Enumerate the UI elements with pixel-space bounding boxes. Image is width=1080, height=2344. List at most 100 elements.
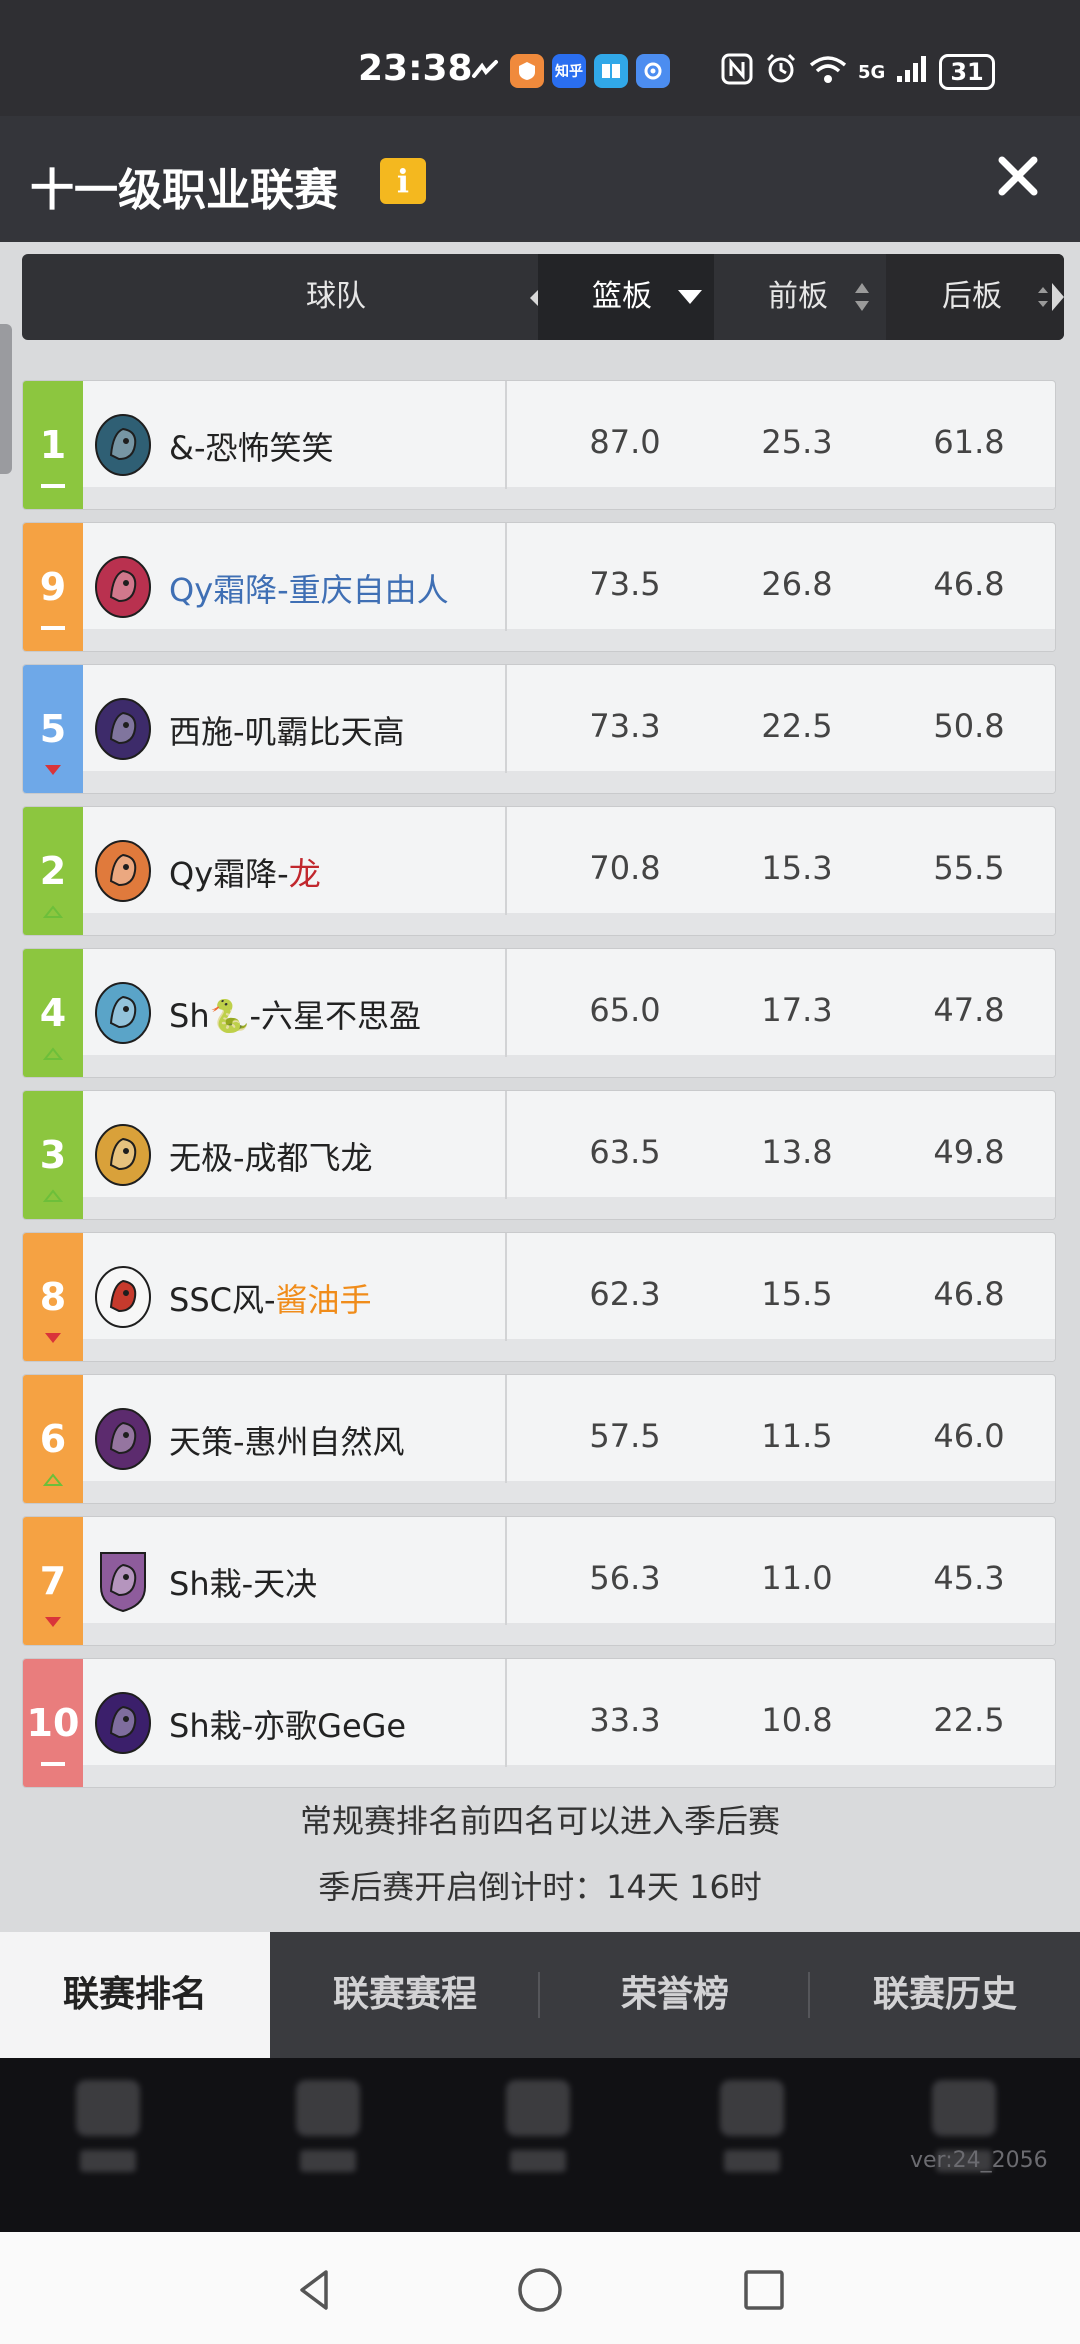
team-name[interactable]: Sh栽-亦歌GeGe [169,1701,406,1747]
scroll-right-icon[interactable] [1036,279,1064,315]
table-row[interactable]: 8 SSC风-酱油手 62.3 15.5 46.8 [22,1232,1056,1362]
team-name-text: Sh栽-天决 [169,1565,318,1603]
team-name[interactable]: SSC风-酱油手 [169,1275,372,1321]
rank-number: 6 [39,1417,67,1461]
team-column-header[interactable]: 球队 [86,254,558,340]
status-system-icons: 5G 31 [720,52,995,92]
recents-icon[interactable] [738,2264,790,2316]
background-nav-item [924,2080,1004,2190]
team-name[interactable]: Qy霜降-重庆自由人 [169,565,449,611]
tab-label: 联赛排名 [62,1974,207,2015]
league-tabs: 联赛排名 联赛赛程 荣誉榜 联赛历史 [0,1932,1080,2058]
page-title: 十一级职业联赛 [30,165,338,216]
rebounds-value: 56.3 [589,1559,661,1597]
column-header: 球队 篮板 前板 后板 [22,254,1064,340]
close-button[interactable] [988,146,1048,206]
wolf-icon [95,1692,151,1754]
defensive-value: 46.8 [933,565,1005,603]
table-row[interactable]: 9 Qy霜降-重庆自由人 73.5 26.8 46.8 [22,522,1056,652]
home-icon[interactable] [514,2264,566,2316]
rebounds-column-header[interactable]: 篮板 [538,254,714,340]
info-button[interactable]: i [380,158,426,204]
team-name[interactable]: Sh🐍-六星不思盈 [169,991,421,1037]
row-shade [83,771,1055,793]
background-nav-item [288,2080,368,2190]
row-divider [505,381,507,489]
back-icon[interactable] [290,2264,342,2316]
rank-up-icon [42,1189,64,1202]
header-bar: 十一级职业联赛 i [0,116,1080,242]
offensive-value: 11.5 [761,1417,833,1455]
row-shade [83,487,1055,509]
rank-cell: 7 [23,1517,83,1645]
battery-indicator: 31 [939,54,995,90]
rebounds-value: 62.3 [589,1275,661,1313]
tab-honors[interactable]: 荣誉榜 [540,1932,810,2058]
tab-schedule[interactable]: 联赛赛程 [270,1932,540,2058]
table-row[interactable]: 2 Qy霜降-龙 70.8 15.3 55.5 [22,806,1056,936]
rank-cell: 10 [23,1659,83,1787]
table-row[interactable]: 6 天策-惠州自然风 57.5 11.5 46.0 [22,1374,1056,1504]
offensive-column-header[interactable]: 前板 [714,254,886,340]
team-name[interactable]: 天策-惠州自然风 [169,1417,405,1463]
team-name[interactable]: 西施-叽霸比天高 [169,707,405,753]
rebounds-value: 73.5 [589,565,661,603]
defensive-column-header[interactable]: 后板 [886,254,1064,340]
rank-number: 7 [39,1559,67,1603]
dragon-icon [95,982,151,1044]
route-icon [468,54,502,88]
tab-label: 联赛历史 [872,1974,1017,2015]
defensive-value: 49.8 [933,1133,1005,1171]
team-name[interactable]: Qy霜降-龙 [169,849,321,895]
defensive-column-label: 后板 [942,279,1002,314]
team-name-text: 天策-惠州自然风 [169,1423,405,1461]
table-row[interactable]: 7 Sh栽-天决 56.3 11.0 45.3 [22,1516,1056,1646]
side-handle[interactable] [0,324,12,474]
rank-number: 10 [26,1701,80,1745]
rank-number: 9 [39,565,67,609]
standings-table: 1 &-恐怖笑笑 87.0 25.3 61.8 9 Qy霜降-重庆自由人 73.5 26.8 46… [22,380,1056,1800]
rank-down-icon [45,765,61,775]
row-divider [505,1375,507,1483]
rebounds-value: 70.8 [589,849,661,887]
bear-icon [95,556,151,618]
team-name-text: &-恐怖笑笑 [169,429,334,467]
offensive-value: 15.5 [761,1275,833,1313]
team-name[interactable]: Sh栽-天决 [169,1559,317,1605]
team-name[interactable]: &-恐怖笑笑 [169,423,334,469]
row-shade [83,1481,1055,1503]
team-name-text: Qy霜降-重庆自由人 [169,571,449,609]
table-row[interactable]: 10 Sh栽-亦歌GeGe 33.3 10.8 22.5 [22,1658,1056,1788]
team-name-text: Qy霜降- [169,855,289,893]
row-divider [505,807,507,915]
team-column-label: 球队 [306,279,366,314]
rank-up-icon [42,1473,64,1486]
rebounds-value: 73.3 [589,707,661,745]
table-row[interactable]: 4 Sh🐍-六星不思盈 65.0 17.3 47.8 [22,948,1056,1078]
tab-history[interactable]: 联赛历史 [810,1932,1080,2058]
defensive-value: 50.8 [933,707,1005,745]
row-divider [505,523,507,631]
row-divider [505,1517,507,1625]
offensive-value: 10.8 [761,1701,833,1739]
team-name-suffix: 酱油手 [275,1281,372,1319]
rank-cell: 3 [23,1091,83,1219]
row-shade [83,1339,1055,1361]
team-name-text: SSC风- [169,1281,276,1319]
table-row[interactable]: 1 &-恐怖笑笑 87.0 25.3 61.8 [22,380,1056,510]
rebounds-value: 33.3 [589,1701,661,1739]
team-name-text: Sh栽-亦歌GeGe [169,1707,407,1745]
rank-number: 2 [39,849,67,893]
row-shade [83,1055,1055,1077]
tab-standings[interactable]: 联赛排名 [0,1932,270,2058]
offensive-value: 26.8 [761,565,833,603]
team-name-text: 无极-成都飞龙 [169,1139,373,1177]
status-bar: 23:38 知乎 5G 31 [0,0,1080,116]
rank-same-icon [41,1762,65,1766]
row-divider [505,1659,507,1767]
table-row[interactable]: 5 西施-叽霸比天高 73.3 22.5 50.8 [22,664,1056,794]
table-row[interactable]: 3 无极-成都飞龙 63.5 13.8 49.8 [22,1090,1056,1220]
rank-cell: 8 [23,1233,83,1361]
offensive-value: 13.8 [761,1133,833,1171]
team-name[interactable]: 无极-成都飞龙 [169,1133,373,1179]
